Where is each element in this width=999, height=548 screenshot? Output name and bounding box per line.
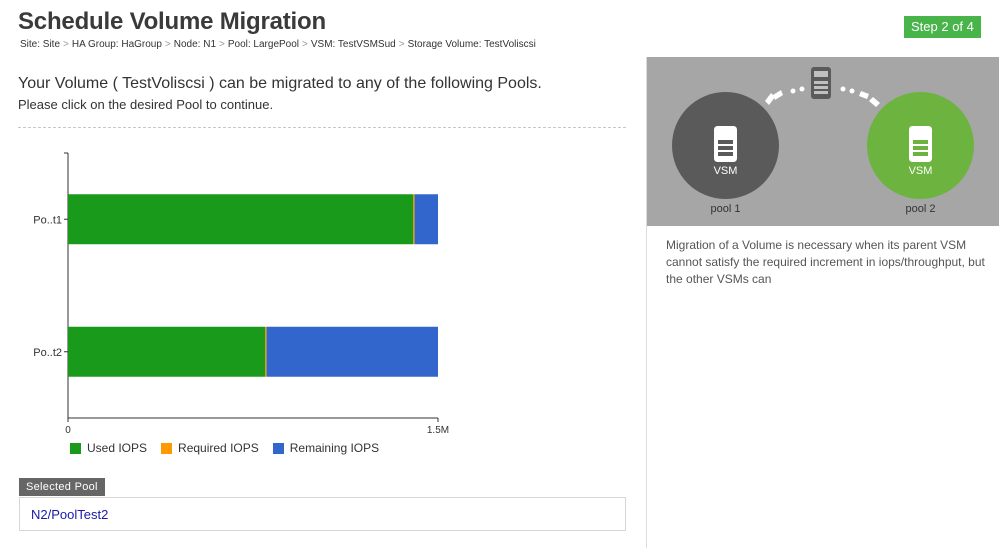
bar-segment[interactable] <box>266 326 438 377</box>
category-label: Po..t2 <box>33 347 62 359</box>
target-pool-label: pool 2 <box>905 203 936 215</box>
server-icon <box>714 126 737 162</box>
breadcrumb-node[interactable]: Node: N1 <box>174 39 216 50</box>
x-tick-label: 1.5M <box>427 425 449 436</box>
selected-pool-field: N2/PoolTest2 <box>19 497 626 531</box>
bar-segment[interactable] <box>413 194 415 245</box>
legend-swatch <box>161 442 173 454</box>
breadcrumb-storage-volume[interactable]: Storage Volume: TestVoliscsi <box>408 39 536 50</box>
breadcrumb-ha-group[interactable]: HA Group: HaGroup <box>72 39 162 50</box>
breadcrumb-separator-icon: > <box>398 39 405 50</box>
breadcrumb-site[interactable]: Site: Site <box>20 39 60 50</box>
legend-label: Remaining IOPS <box>289 441 380 455</box>
chevron-right-icon <box>773 90 783 100</box>
intro-title: Your Volume ( TestVoliscsi ) can be migr… <box>18 75 542 92</box>
bar-segment[interactable] <box>68 326 266 377</box>
breadcrumb-separator-icon: > <box>302 39 308 50</box>
breadcrumb-separator-icon: > <box>164 39 171 50</box>
legend-swatch <box>272 442 284 454</box>
chart-legend: Used IOPS Required IOPS Remaining IOPS <box>70 441 379 455</box>
pool-iops-chart[interactable]: Po..t1 Po..t2 0 1.5M <box>0 140 470 440</box>
selected-pool-label: Selected Pool <box>19 478 105 496</box>
legend-label: Used IOPS <box>87 441 148 455</box>
migration-info-panel: VSM pool 1 VSM pool 2 Migration of a Vol… <box>646 57 999 548</box>
breadcrumb-separator-icon: > <box>219 39 225 50</box>
intro-subtitle: Please click on the desired Pool to cont… <box>18 97 274 112</box>
server-icon <box>909 126 932 162</box>
legend-label: Required IOPS <box>178 441 259 455</box>
step-indicator-badge: Step 2 of 4 <box>904 16 981 38</box>
moving-server-icon <box>811 67 831 99</box>
legend-item: Remaining IOPS <box>272 441 380 455</box>
category-label: Po..t1 <box>33 214 62 226</box>
page-title: Schedule Volume Migration <box>18 8 326 35</box>
breadcrumb: Site: Site > HA Group: HaGroup > Node: N1 > Po… <box>20 39 536 50</box>
section-divider <box>18 127 626 128</box>
target-pool-circle: VSM <box>867 92 974 199</box>
chevron-right-icon <box>859 91 869 99</box>
migration-diagram: VSM pool 1 VSM pool 2 <box>647 57 999 226</box>
breadcrumb-separator-icon: > <box>63 39 69 50</box>
target-vsm-label: VSM <box>908 165 933 177</box>
bar-segment[interactable] <box>414 194 438 245</box>
legend-item: Used IOPS <box>70 441 147 455</box>
breadcrumb-vsm[interactable]: VSM: TestVSMSud <box>311 39 396 50</box>
migration-description: Migration of a Volume is necessary when … <box>666 238 985 286</box>
source-vsm-label: VSM <box>713 165 738 177</box>
chevron-right-icon <box>869 97 880 107</box>
legend-swatch <box>70 442 81 454</box>
bar-segment[interactable] <box>68 194 414 245</box>
breadcrumb-pool[interactable]: Pool: LargePool <box>228 39 299 50</box>
x-tick-label: 0 <box>65 425 71 436</box>
bar-segment[interactable] <box>265 326 267 377</box>
source-pool-circle: VSM <box>672 92 779 199</box>
source-pool-label: pool 1 <box>710 203 741 215</box>
legend-item: Required IOPS <box>161 441 259 455</box>
selected-pool-value[interactable]: N2/PoolTest2 <box>31 507 108 522</box>
